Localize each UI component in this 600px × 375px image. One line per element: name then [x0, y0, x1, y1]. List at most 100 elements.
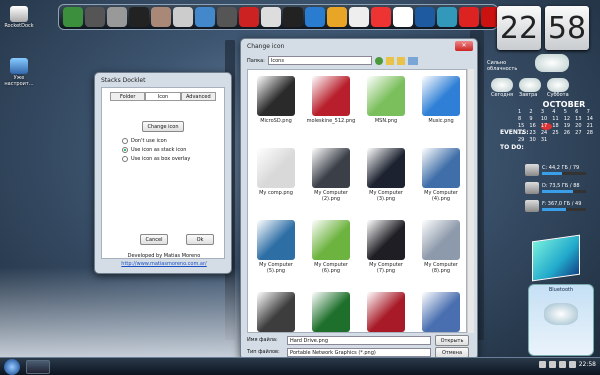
tab-folder[interactable]: Folder	[110, 92, 146, 100]
file-item[interactable]	[305, 290, 357, 332]
dock-app-icon[interactable]	[195, 7, 215, 27]
calendar-day[interactable]: 9	[529, 116, 540, 123]
dock-app-icon[interactable]	[283, 7, 303, 27]
radio-box-overlay[interactable]: Use icon as box overlay	[122, 156, 224, 162]
calendar-day[interactable]: 23	[529, 130, 540, 137]
calendar-day[interactable]: 18	[552, 123, 563, 130]
calendar-day[interactable]: 21	[587, 123, 598, 130]
calendar-day[interactable]: 27	[575, 130, 586, 137]
developer-link[interactable]: http://www.matiasmoreno.com.ar/	[95, 261, 233, 267]
file-item[interactable]	[360, 290, 412, 332]
dock-app-icon[interactable]	[437, 7, 457, 27]
calendar-day[interactable]: 7	[587, 109, 598, 116]
calendar-day[interactable]: 20	[575, 123, 586, 130]
calendar-day[interactable]: 26	[564, 130, 575, 137]
file-item[interactable]	[415, 290, 466, 332]
filetype-dropdown[interactable]: Portable Network Graphics (*.png)	[287, 347, 431, 357]
dock-app-icon[interactable]	[239, 7, 259, 27]
file-item[interactable]: My comp.png	[250, 146, 302, 216]
calendar-day[interactable]: 17	[540, 123, 553, 130]
calendar-day[interactable]: 19	[564, 123, 575, 130]
file-item[interactable]: My Computer (4).png	[415, 146, 466, 216]
dock-app-icon[interactable]	[305, 7, 325, 27]
dock-app-icon[interactable]	[151, 7, 171, 27]
calendar-day[interactable]: 2	[529, 109, 540, 116]
taskbar-window-button[interactable]	[26, 359, 50, 374]
dock-app-icon[interactable]	[107, 7, 127, 27]
cancel-button[interactable]: Cancel	[140, 234, 168, 245]
dock-app-icon[interactable]	[459, 7, 479, 27]
calendar-day[interactable]: 25	[552, 130, 563, 137]
calendar-day[interactable]: 1	[518, 109, 529, 116]
close-button[interactable]: ✕	[455, 41, 473, 51]
tray-icon[interactable]	[558, 361, 566, 368]
file-item[interactable]: My Computer (2).png	[305, 146, 357, 216]
file-item[interactable]: My Computer (7).png	[360, 218, 412, 288]
radio-dont-use-icon[interactable]: Don't use icon	[122, 138, 224, 144]
dock-app-icon[interactable]	[129, 7, 149, 27]
file-item[interactable]: My Computer (5).png	[250, 218, 302, 288]
calendar-day[interactable]: 6	[575, 109, 586, 116]
calendar-day[interactable]: 10	[541, 116, 552, 123]
calendar-day[interactable]: 28	[587, 130, 598, 137]
dock-app-icon[interactable]	[371, 7, 391, 27]
tab-icon[interactable]: Icon	[145, 92, 181, 100]
dock-app-icon[interactable]	[327, 7, 347, 27]
dock-app-icon[interactable]	[261, 7, 281, 27]
drive-item[interactable]: D: 73,5 ГБ / 88	[525, 180, 597, 196]
file-item[interactable]	[250, 290, 302, 332]
drive-item[interactable]: F: 367,0 ГБ / 49	[525, 198, 597, 214]
filename-input[interactable]: Hard Drive.png	[287, 335, 431, 345]
tray-icon[interactable]	[548, 361, 556, 368]
dock-app-icon[interactable]	[349, 7, 369, 27]
file-list-scrollbar[interactable]	[467, 69, 474, 333]
file-item[interactable]: My Computer (8).png	[415, 218, 466, 288]
view-menu-icon[interactable]	[407, 56, 418, 65]
dialog-cancel-button[interactable]: Отмена	[435, 346, 469, 358]
calendar-day[interactable]: 13	[575, 116, 586, 123]
dock-app-icon[interactable]	[415, 7, 435, 27]
drive-usage-fill	[542, 172, 562, 175]
calendar-day[interactable]: 24	[541, 130, 552, 137]
file-item[interactable]: My Computer (6).png	[305, 218, 357, 288]
up-folder-icon[interactable]	[385, 56, 394, 65]
file-item[interactable]: MSN.png	[360, 74, 412, 144]
file-item[interactable]: moleskine_512.png	[305, 74, 357, 144]
calendar-day[interactable]: 3	[541, 109, 552, 116]
dock-app-icon[interactable]	[173, 7, 193, 27]
file-thumbnail	[422, 220, 460, 260]
start-button[interactable]	[4, 358, 20, 375]
file-item[interactable]: Music.png	[415, 74, 466, 144]
calendar-day[interactable]: 5	[564, 109, 575, 116]
file-item[interactable]: MicroSD.png	[250, 74, 302, 144]
calendar-day[interactable]: 16	[529, 123, 540, 130]
file-grid: MicroSD.png moleskine_512.png MSN.png Music…	[248, 70, 466, 332]
dock-app-icon[interactable]	[217, 7, 237, 27]
calendar-day[interactable]: 8	[518, 116, 529, 123]
calendar-icon[interactable]	[393, 7, 413, 27]
calendar-day[interactable]: 30	[529, 137, 540, 144]
volume-icon[interactable]	[568, 361, 576, 368]
calendar-day[interactable]: 31	[541, 137, 552, 144]
calendar-day[interactable]: 4	[552, 109, 563, 116]
dock-app-icon[interactable]	[85, 7, 105, 27]
change-icon-button[interactable]: Change icon	[142, 121, 184, 132]
taskbar-clock[interactable]: 22:58	[579, 361, 596, 368]
drive-item[interactable]: C: 44,2 ГБ / 79	[525, 162, 597, 178]
tray-icon[interactable]	[538, 361, 546, 368]
new-folder-icon[interactable]	[396, 56, 405, 65]
ok-button[interactable]: Ok	[186, 234, 214, 245]
desktop-icon-rocketdock[interactable]: RocketDock	[0, 6, 38, 29]
calendar-day[interactable]: 11	[552, 116, 563, 123]
calendar-day[interactable]: 12	[564, 116, 575, 123]
bluetooth-gadget[interactable]: Bluetooth	[528, 284, 594, 356]
desktop-icon-settings[interactable]: Уже настроит...	[0, 58, 38, 87]
calendar-day[interactable]: 14	[587, 116, 598, 123]
folder-dropdown[interactable]: Icons	[267, 56, 372, 65]
dock-app-icon[interactable]	[63, 7, 83, 27]
radio-stack-icon[interactable]: Use icon as stack icon	[122, 147, 224, 153]
tab-advanced[interactable]: Advanced	[180, 92, 216, 100]
back-icon[interactable]	[374, 56, 383, 65]
open-button[interactable]: Открыть	[435, 334, 469, 346]
file-item[interactable]: My Computer (3).png	[360, 146, 412, 216]
